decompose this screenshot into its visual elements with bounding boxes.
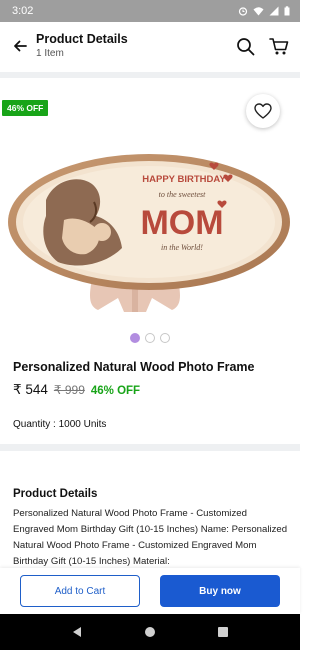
add-to-cart-button[interactable]: Add to Cart <box>20 575 140 607</box>
gallery-dot-2[interactable] <box>145 333 155 343</box>
product-info: Personalized Natural Wood Photo Frame ₹ … <box>13 360 293 398</box>
bottom-action-bar: Add to Cart Buy now <box>0 568 300 614</box>
cart-icon <box>269 37 289 54</box>
status-time: 3:02 <box>12 5 34 17</box>
product-image: HAPPY BIRTHDAY to the sweetest MOM in th… <box>8 154 290 312</box>
status-bar: 3:02 <box>0 0 300 22</box>
gallery-dot-3[interactable] <box>160 333 170 343</box>
back-button[interactable] <box>2 28 38 64</box>
heart-icon <box>254 103 272 119</box>
section-divider <box>0 444 300 451</box>
gallery-dot-1[interactable] <box>130 333 140 343</box>
alarm-icon <box>238 7 248 16</box>
gallery-dots <box>0 333 300 343</box>
nav-back-icon[interactable] <box>71 626 83 638</box>
arrow-left-icon <box>14 40 27 52</box>
battery-icon <box>284 6 290 16</box>
discount-badge: 46% OFF <box>2 100 49 116</box>
nav-recents-icon[interactable] <box>217 626 229 638</box>
page-title: Product Details <box>36 31 128 46</box>
signal-icon <box>269 6 279 16</box>
price-row: ₹ 544 ₹ 999 46% OFF <box>13 382 293 398</box>
search-icon <box>236 37 254 55</box>
quantity-label: Quantity : 1000 Units <box>13 419 107 430</box>
product-details-section: Product Details Personalized Natural Woo… <box>13 488 289 570</box>
details-text: Personalized Natural Wood Photo Frame - … <box>13 508 288 567</box>
wishlist-button[interactable] <box>246 94 280 128</box>
product-name: Personalized Natural Wood Photo Frame <box>13 360 255 374</box>
wifi-icon <box>253 7 264 16</box>
image-text-sweetest: to the sweetest <box>159 190 206 199</box>
image-text-happy-birthday: HAPPY BIRTHDAY <box>142 174 226 185</box>
selling-price: ₹ 544 <box>13 382 48 397</box>
buy-now-button[interactable]: Buy now <box>160 575 280 607</box>
discount-percent: 46% OFF <box>90 385 141 397</box>
app-bar: Product Details 1 Item <box>0 22 300 70</box>
header-title-block: Product Details 1 Item <box>36 32 128 61</box>
search-button[interactable] <box>230 28 260 64</box>
item-count: 1 Item <box>36 47 64 59</box>
image-text-mom: MOM <box>140 204 223 242</box>
product-gallery[interactable]: 46% OFF HAPPY BIRTHDAY to the sweetest M… <box>0 78 300 346</box>
original-price: ₹ 999 <box>53 383 85 397</box>
nav-home-icon[interactable] <box>144 626 156 638</box>
image-text-world: in the World! <box>161 243 203 252</box>
details-title: Product Details <box>13 488 98 500</box>
system-nav-bar <box>0 614 300 650</box>
cart-button[interactable] <box>264 28 294 64</box>
